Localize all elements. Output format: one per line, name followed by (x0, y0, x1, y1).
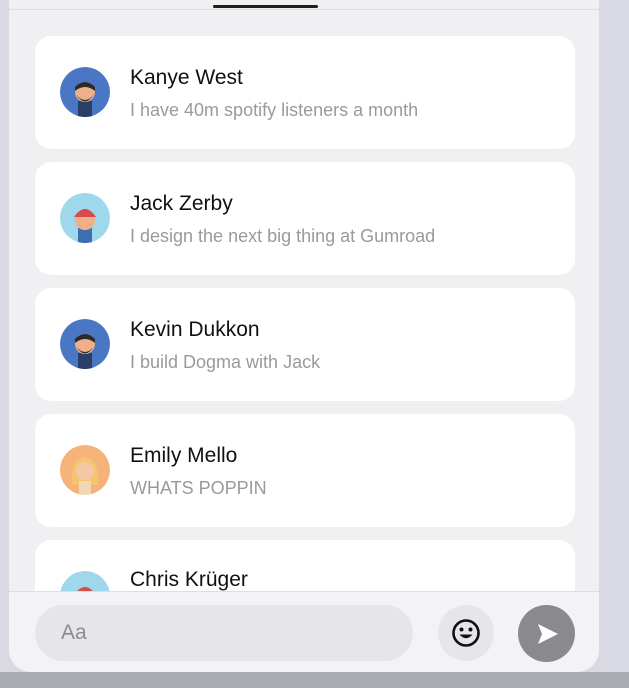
message-composer (9, 591, 599, 672)
send-arrow-icon (537, 623, 558, 644)
bearded-man-avatar-icon (60, 319, 110, 369)
woman-avatar-icon (60, 445, 110, 495)
red-beanie-man-avatar-icon (60, 571, 110, 591)
conversation-item[interactable]: Emily Mello WHATS POPPIN (35, 414, 575, 527)
chat-panel: Kanye West I have 40m spotify listeners … (9, 0, 599, 672)
bearded-man-avatar-icon (60, 67, 110, 117)
conversation-item[interactable]: Jack Zerby I design the next big thing a… (35, 162, 575, 275)
last-message: I build Dogma with Jack (130, 352, 321, 372)
last-message: I design the next big thing at Gumroad (130, 226, 436, 246)
contact-name: Emily Mello (130, 444, 238, 467)
conversation-list[interactable]: Kanye West I have 40m spotify listeners … (35, 36, 575, 591)
smiley-icon (452, 619, 480, 647)
contact-name: Jack Zerby (130, 192, 233, 215)
red-beanie-man-avatar-icon (60, 193, 110, 243)
last-message: WHATS POPPIN (130, 478, 267, 498)
emoji-button[interactable] (438, 605, 494, 661)
conversation-item[interactable]: Chris Krüger (35, 540, 575, 591)
contact-name: Chris Krüger (130, 568, 248, 591)
send-button[interactable] (518, 605, 575, 662)
top-divider (9, 9, 599, 10)
active-tab-indicator (213, 5, 318, 8)
last-message: I have 40m spotify listeners a month (130, 100, 419, 120)
message-input[interactable] (35, 605, 413, 661)
contact-name: Kanye West (130, 66, 243, 89)
contact-name: Kevin Dukkon (130, 318, 260, 341)
conversation-item[interactable]: Kevin Dukkon I build Dogma with Jack (35, 288, 575, 401)
bottom-bar (0, 672, 629, 688)
conversation-item[interactable]: Kanye West I have 40m spotify listeners … (35, 36, 575, 149)
